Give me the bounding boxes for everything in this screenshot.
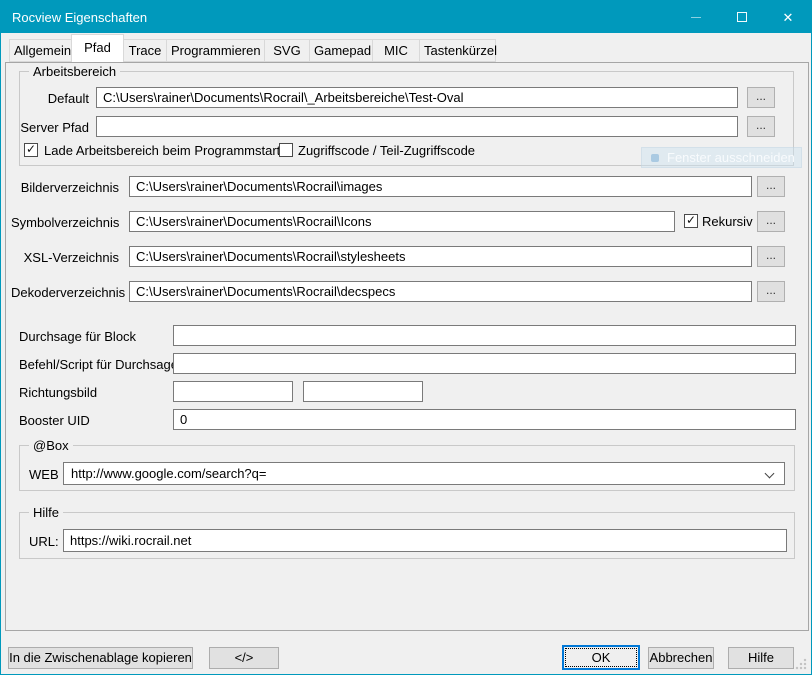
checkmark-icon: ✓ xyxy=(686,214,696,226)
zugriffscode-checkbox[interactable] xyxy=(279,143,293,157)
xsl-verzeichnis-input[interactable] xyxy=(129,246,752,267)
tab-programmieren[interactable]: Programmieren xyxy=(166,39,265,62)
window-title: Rocview Eigenschaften xyxy=(1,10,147,25)
richtungsbild-label: Richtungsbild xyxy=(19,385,97,400)
durchsage-block-input[interactable] xyxy=(173,325,796,346)
url-input[interactable] xyxy=(63,529,787,552)
minimize-icon xyxy=(691,17,701,18)
tab-gamepad[interactable]: Gamepad xyxy=(309,39,373,62)
default-label: Default xyxy=(19,91,89,106)
dekoderverzeichnis-label: Dekoderverzeichnis xyxy=(11,285,119,300)
bilderverzeichnis-label: Bilderverzeichnis xyxy=(11,180,119,195)
tab-allgemein[interactable]: Allgemein xyxy=(9,39,72,62)
richtungsbild-input-1[interactable] xyxy=(173,381,293,402)
chevron-down-icon[interactable] xyxy=(765,469,775,479)
default-browse-button[interactable]: ... xyxy=(747,87,775,108)
resize-grip[interactable] xyxy=(795,658,807,670)
tab-pfad[interactable]: Pfad xyxy=(71,34,124,62)
dekoder-browse-button[interactable]: ... xyxy=(757,281,785,302)
close-button[interactable]: ✕ xyxy=(765,1,811,33)
befehl-script-input[interactable] xyxy=(173,353,796,374)
zugriffscode-label: Zugriffscode / Teil-Zugriffscode xyxy=(298,143,475,158)
booster-uid-label: Booster UID xyxy=(19,413,90,428)
tab-trace[interactable]: Trace xyxy=(123,39,167,62)
dekoderverzeichnis-input[interactable] xyxy=(129,281,752,302)
server-pfad-label: Server Pfad xyxy=(19,120,89,135)
ok-button[interactable]: OK xyxy=(562,645,640,670)
web-combobox-value: http://www.google.com/search?q= xyxy=(71,466,266,481)
symbolverzeichnis-label: Symbolverzeichnis xyxy=(11,215,119,230)
durchsage-block-label: Durchsage für Block xyxy=(19,329,136,344)
title-bar[interactable]: Rocview Eigenschaften ✕ xyxy=(1,1,811,33)
befehl-script-label: Befehl/Script für Durchsage xyxy=(19,357,178,372)
rocview-properties-dialog: Rocview Eigenschaften ✕ Allgemein Pfad T… xyxy=(0,0,812,675)
tab-bar: Allgemein Pfad Trace Programmieren SVG G… xyxy=(9,35,496,62)
xsl-browse-button[interactable]: ... xyxy=(757,246,785,267)
web-combobox[interactable]: http://www.google.com/search?q= xyxy=(63,462,785,485)
server-browse-button[interactable]: ... xyxy=(747,116,775,137)
tab-tastenkuerzel[interactable]: Tastenkürzel xyxy=(419,39,496,62)
symbolverzeichnis-input[interactable] xyxy=(129,211,675,232)
help-button[interactable]: Hilfe xyxy=(728,647,794,669)
snip-notification-ghost: Fenster ausschneiden xyxy=(641,147,802,168)
booster-uid-input[interactable] xyxy=(173,409,796,430)
arbeitsbereich-legend: Arbeitsbereich xyxy=(29,64,120,79)
symbolverzeichnis-browse-button[interactable]: ... xyxy=(757,211,785,232)
url-label: URL: xyxy=(29,534,59,549)
snip-icon xyxy=(651,154,659,162)
lade-arbeitsbereich-checkbox[interactable]: ✓ xyxy=(24,143,38,157)
richtungsbild-input-2[interactable] xyxy=(303,381,423,402)
window-controls: ✕ xyxy=(673,1,811,33)
maximize-button[interactable] xyxy=(719,1,765,33)
tab-svg[interactable]: SVG xyxy=(264,39,310,62)
maximize-icon xyxy=(737,12,747,22)
bilderverzeichnis-input[interactable] xyxy=(129,176,752,197)
server-pfad-input[interactable] xyxy=(96,116,738,137)
rekursiv-label: Rekursiv xyxy=(702,214,753,229)
rekursiv-checkbox[interactable]: ✓ xyxy=(684,214,698,228)
tab-mic[interactable]: MIC xyxy=(372,39,420,62)
copy-to-clipboard-button[interactable]: In die Zwischenablage kopieren xyxy=(8,647,193,669)
checkmark-icon: ✓ xyxy=(26,143,36,155)
atbox-legend: @Box xyxy=(29,438,73,453)
hilfe-legend: Hilfe xyxy=(29,505,63,520)
snip-ghost-label: Fenster ausschneiden xyxy=(667,150,795,165)
cancel-button[interactable]: Abbrechen xyxy=(648,647,714,669)
minimize-button[interactable] xyxy=(673,1,719,33)
web-label: WEB xyxy=(29,467,59,482)
lade-arbeitsbereich-label: Lade Arbeitsbereich beim Programmstart xyxy=(44,143,280,158)
close-icon: ✕ xyxy=(783,11,794,24)
bilderverzeichnis-browse-button[interactable]: ... xyxy=(757,176,785,197)
default-path-input[interactable] xyxy=(96,87,738,108)
code-view-button[interactable]: </> xyxy=(209,647,279,669)
xsl-verzeichnis-label: XSL-Verzeichnis xyxy=(11,250,119,265)
